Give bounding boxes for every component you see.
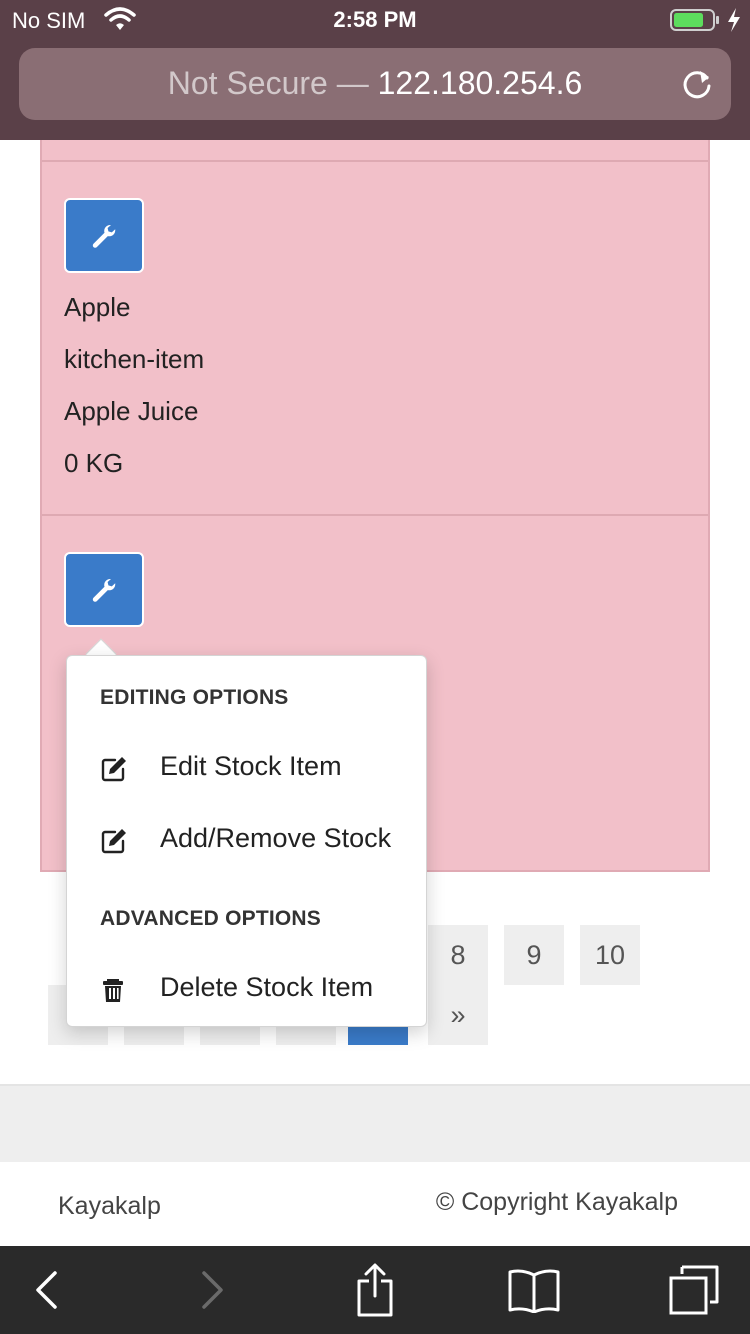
tabs-icon xyxy=(669,1265,719,1315)
charging-icon xyxy=(728,8,740,32)
pagination-next[interactable]: » xyxy=(428,985,488,1045)
trash-icon xyxy=(103,979,123,1002)
add-remove-stock-menu-item[interactable]: Add/Remove Stock xyxy=(67,811,426,871)
editing-options-dropdown: EDITING OPTIONS Edit Stock Item Add/Remo… xyxy=(66,655,427,1027)
share-icon xyxy=(357,1263,393,1317)
status-bar: No SIM 2:58 PM xyxy=(0,0,750,40)
row-divider xyxy=(42,514,708,516)
add-remove-stock-label: Add/Remove Stock xyxy=(160,823,392,853)
wrench-icon xyxy=(92,578,116,602)
browser-top-chrome: No SIM 2:58 PM Not Secure — 122.180.254.… xyxy=(0,0,750,140)
wrench-icon xyxy=(92,224,116,248)
tabs-button[interactable] xyxy=(664,1260,724,1320)
status-time: 2:58 PM xyxy=(333,7,417,32)
share-button[interactable] xyxy=(350,1260,400,1320)
footer: Kayakalp © Copyright Kayakalp xyxy=(0,1162,750,1246)
chevron-left-icon xyxy=(36,1271,57,1309)
row-options-button-active[interactable] xyxy=(64,552,144,627)
book-icon xyxy=(508,1269,560,1313)
url-host: 122.180.254.6 xyxy=(377,65,583,101)
edit-icon xyxy=(101,829,126,854)
item-description: Apple Juice xyxy=(64,396,199,426)
delete-stock-item-label: Delete Stock Item xyxy=(160,972,374,1002)
edit-stock-item-label: Edit Stock Item xyxy=(160,751,342,781)
security-label: Not Secure — xyxy=(167,65,369,101)
reload-icon[interactable] xyxy=(679,66,715,102)
pagination-page-10[interactable]: 10 xyxy=(580,925,640,985)
pagination-page-8[interactable]: 8 xyxy=(428,925,488,985)
pagination-page-9[interactable]: 9 xyxy=(504,925,564,985)
delete-stock-item-menu-item[interactable]: Delete Stock Item xyxy=(67,960,426,1020)
chevron-right-icon xyxy=(202,1271,223,1309)
editing-options-header: EDITING OPTIONS xyxy=(100,686,289,709)
item-name: Apple xyxy=(64,292,131,322)
url-text: Not Secure — 122.180.254.6 xyxy=(19,65,731,102)
edit-icon xyxy=(101,757,126,782)
item-quantity: 0 KG xyxy=(64,448,124,478)
item-category: kitchen-item xyxy=(64,344,205,374)
forward-button[interactable] xyxy=(192,1260,232,1320)
row-options-button[interactable] xyxy=(64,198,144,273)
footer-copyright: © Copyright Kayakalp xyxy=(435,1188,678,1216)
browser-bottom-toolbar xyxy=(0,1246,750,1334)
bookmarks-button[interactable] xyxy=(504,1260,564,1320)
address-bar[interactable]: Not Secure — 122.180.254.6 xyxy=(19,48,731,120)
back-button[interactable] xyxy=(26,1260,66,1320)
advanced-options-header: ADVANCED OPTIONS xyxy=(100,907,321,930)
content-bottom-band xyxy=(0,1084,750,1162)
edit-stock-item-menu-item[interactable]: Edit Stock Item xyxy=(67,739,426,799)
battery-icon xyxy=(670,9,719,31)
footer-brand: Kayakalp xyxy=(58,1192,161,1220)
row-divider xyxy=(42,160,708,162)
